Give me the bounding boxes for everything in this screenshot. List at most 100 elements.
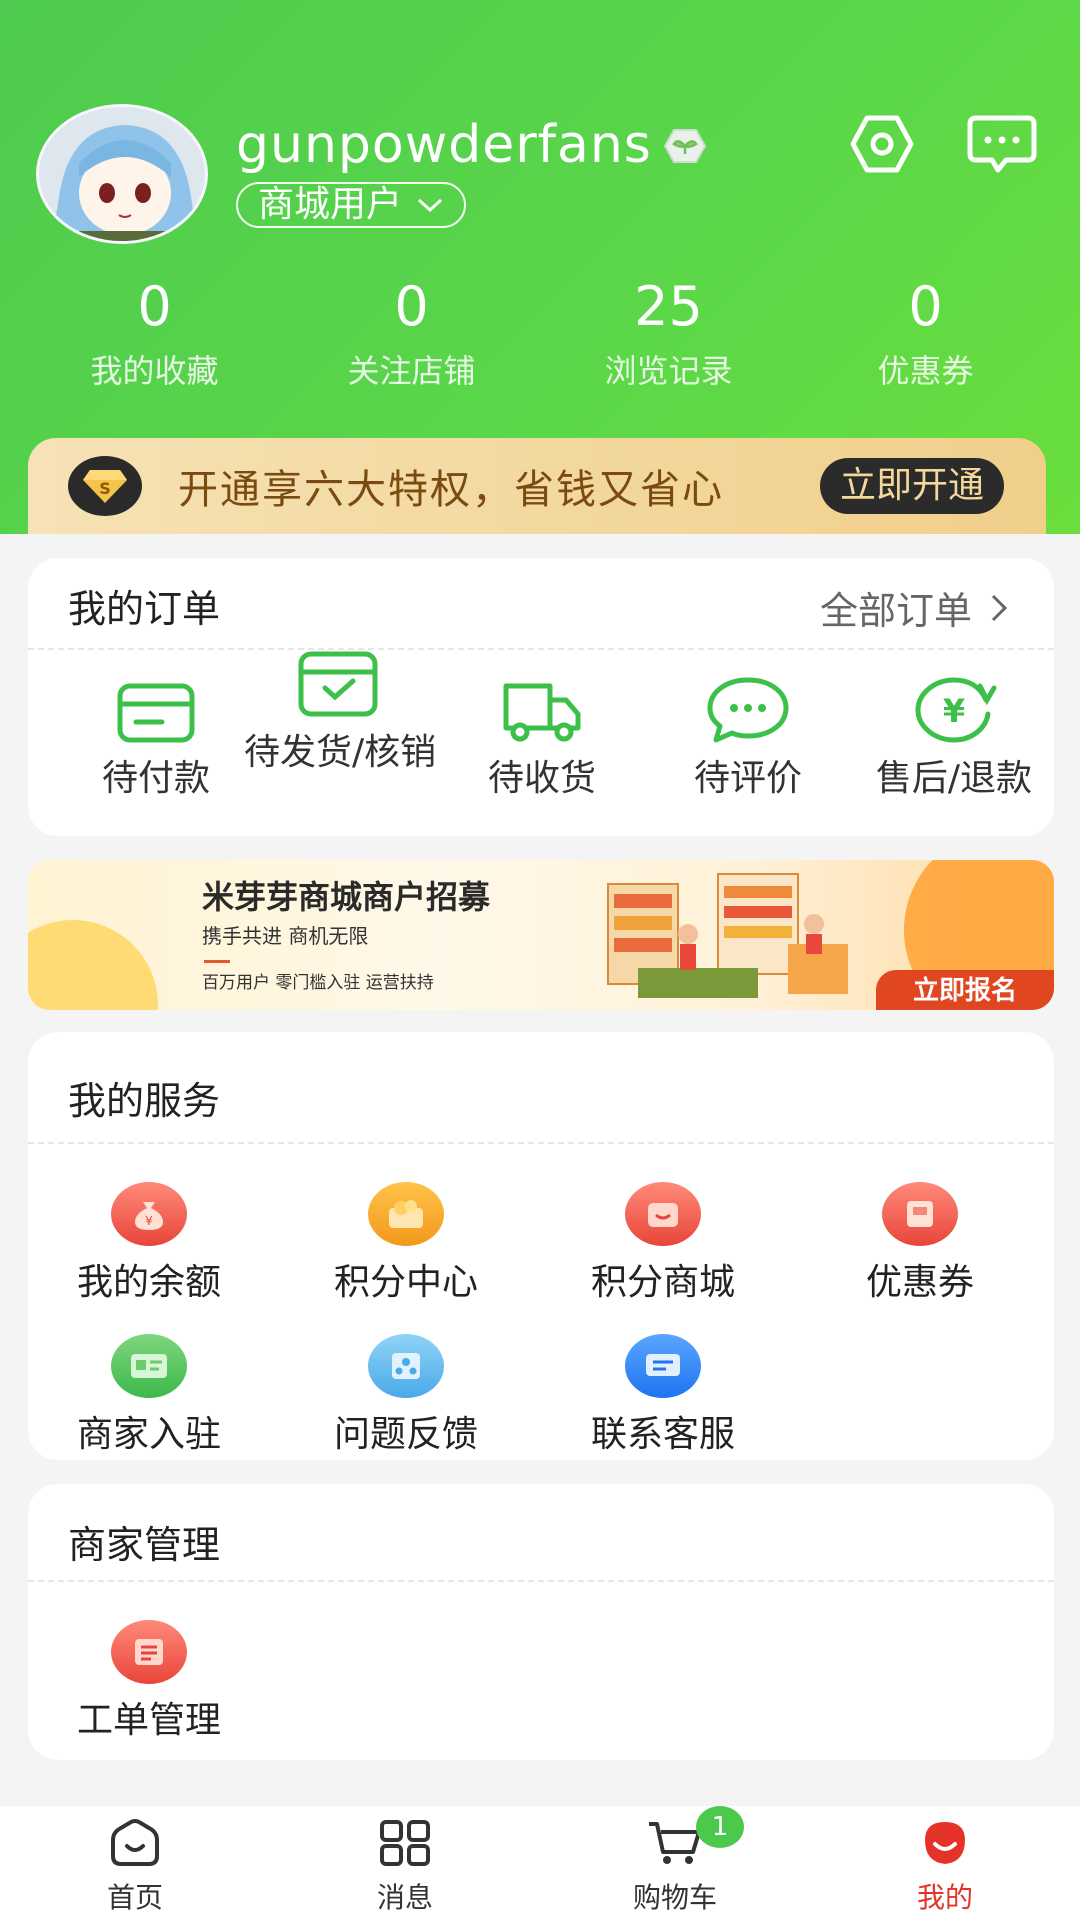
customer-service-icon <box>625 1334 701 1398</box>
service-label: 商家入驻 <box>76 1414 221 1455</box>
stat-coupons[interactable]: 0 优惠券 <box>797 268 1054 396</box>
chat-dots-icon <box>648 652 848 744</box>
role-selector[interactable]: 商城用户 <box>236 182 467 228</box>
svg-text:S: S <box>99 479 111 498</box>
order-label: 待收货 <box>487 758 596 799</box>
stat-value: 0 <box>137 275 172 338</box>
order-label: 售后/退款 <box>875 758 1033 799</box>
profile-icon <box>925 1822 965 1864</box>
order-pending-shipment[interactable]: 待发货/核销 <box>238 626 438 778</box>
coupon-icon <box>882 1182 958 1246</box>
tab-label: 我的 <box>916 1881 973 1914</box>
stat-favorites[interactable]: 0 我的收藏 <box>26 268 283 396</box>
divider <box>28 648 1054 650</box>
merchant-recruit-banner[interactable]: 米芽芽商城商户招募 携手共进 商机无限 百万用户 零门槛入驻 运营扶持 立即报名 <box>28 860 1054 1010</box>
profile-header: gunpowderfans 商城用户 0 我的收藏 0 关注店铺 25 浏览记录… <box>0 0 1080 534</box>
chevron-right-icon <box>991 594 1008 621</box>
recruit-features: 百万用户 零门槛入驻 运营扶持 <box>202 973 434 993</box>
tab-messages[interactable]: 消息 <box>270 1806 540 1920</box>
tab-profile[interactable]: 我的 <box>810 1806 1080 1920</box>
points-wallet-icon <box>368 1182 444 1246</box>
box-check-icon <box>238 626 438 718</box>
stat-followed-shops[interactable]: 0 关注店铺 <box>283 268 540 396</box>
points-store-icon <box>625 1182 701 1246</box>
vip-promo-text: 开通享六大特权，省钱又省心 <box>178 467 724 513</box>
stat-label: 浏览记录 <box>604 352 733 390</box>
message-bubble-icon <box>967 115 1037 173</box>
stat-label: 我的收藏 <box>90 352 219 390</box>
service-points-center[interactable]: 积分中心 <box>311 1182 501 1308</box>
stat-label: 优惠券 <box>877 352 974 390</box>
recruit-accent-line <box>204 960 230 963</box>
service-points-store[interactable]: 积分商城 <box>568 1182 758 1308</box>
service-feedback[interactable]: 问题反馈 <box>311 1334 501 1460</box>
tab-label: 首页 <box>106 1881 163 1914</box>
stat-label: 关注店铺 <box>347 352 476 390</box>
order-label: 待付款 <box>101 758 210 799</box>
settings-hex-icon <box>850 115 914 173</box>
bottom-tab-bar: 首页 消息 1 购物车 我的 <box>0 1806 1080 1920</box>
divider <box>28 1580 1054 1582</box>
tab-cart[interactable]: 1 购物车 <box>540 1806 810 1920</box>
merchant-ticket-management[interactable]: 工单管理 <box>54 1620 244 1746</box>
service-label: 联系客服 <box>590 1414 735 1455</box>
vip-banner[interactable]: S 开通享六大特权，省钱又省心 立即开通 <box>28 438 1046 534</box>
merchant-card: 商家管理 工单管理 <box>28 1484 1054 1760</box>
services-card: 我的服务 ¥ 我的余额 积分中心 积分商城 优惠券 商家入驻 问题反馈 联系客服 <box>28 1032 1054 1460</box>
service-label: 问题反馈 <box>333 1414 478 1455</box>
stat-value: 0 <box>908 275 943 338</box>
money-bag-icon: ¥ <box>111 1182 187 1246</box>
merchant-title: 商家管理 <box>68 1523 221 1567</box>
orders-card: 我的订单 全部订单 待付款 待发货/核销 待收货 待评价 ¥ 售后/退款 <box>28 558 1054 836</box>
messages-button[interactable] <box>960 108 1044 180</box>
username: gunpowderfans <box>236 115 652 175</box>
tab-home[interactable]: 首页 <box>0 1806 270 1920</box>
ticket-list-icon <box>111 1620 187 1684</box>
settings-button[interactable] <box>840 108 924 180</box>
service-merchant-join[interactable]: 商家入驻 <box>54 1334 244 1460</box>
stat-value: 25 <box>634 275 703 338</box>
order-label: 待评价 <box>693 758 802 799</box>
chevron-down-icon <box>418 198 443 213</box>
svg-text:¥: ¥ <box>145 1214 153 1228</box>
merchant-card-icon <box>111 1334 187 1398</box>
truck-icon <box>442 652 642 744</box>
diamond-icon: S <box>68 456 142 516</box>
cart-count-badge: 1 <box>696 1806 744 1848</box>
service-label: 工单管理 <box>76 1700 221 1741</box>
feedback-icon <box>368 1334 444 1398</box>
divider <box>28 1142 1054 1144</box>
services-title: 我的服务 <box>68 1079 221 1123</box>
service-label: 优惠券 <box>865 1262 974 1303</box>
all-orders-link[interactable]: 全部订单 <box>820 580 1008 635</box>
orders-title: 我的订单 <box>68 587 221 631</box>
recruit-signup-button[interactable]: 立即报名 <box>876 970 1054 1010</box>
service-label: 我的余额 <box>76 1262 221 1303</box>
stat-value: 0 <box>394 275 429 338</box>
shop-illustration <box>607 873 848 998</box>
stat-history[interactable]: 25 浏览记录 <box>540 268 797 396</box>
order-pending-payment[interactable]: 待付款 <box>56 652 256 804</box>
service-contact-support[interactable]: 联系客服 <box>568 1334 758 1460</box>
wallet-icon <box>56 652 256 744</box>
order-pending-review[interactable]: 待评价 <box>648 652 848 804</box>
all-orders-label: 全部订单 <box>819 589 972 633</box>
service-balance[interactable]: ¥ 我的余额 <box>54 1182 244 1308</box>
service-label: 积分商城 <box>590 1262 735 1303</box>
home-icon <box>111 1819 159 1866</box>
tab-label: 购物车 <box>632 1881 717 1914</box>
tab-label: 消息 <box>376 1881 433 1914</box>
vip-activate-button[interactable]: 立即开通 <box>819 458 1004 514</box>
recruit-subtitle: 携手共进 商机无限 <box>202 924 369 948</box>
role-label: 商城用户 <box>258 184 403 225</box>
decor-circle <box>28 920 158 1010</box>
grid-icon <box>380 1820 430 1866</box>
order-after-sales[interactable]: ¥ 售后/退款 <box>854 652 1054 804</box>
yen-refresh-icon: ¥ <box>854 652 1054 744</box>
service-coupons[interactable]: 优惠券 <box>825 1182 1015 1308</box>
order-pending-receipt[interactable]: 待收货 <box>442 652 642 804</box>
avatar[interactable] <box>36 104 208 244</box>
service-label: 积分中心 <box>333 1262 478 1303</box>
sprout-badge-icon <box>663 128 707 164</box>
profile-stats: 0 我的收藏 0 关注店铺 25 浏览记录 0 优惠券 <box>0 268 1080 396</box>
